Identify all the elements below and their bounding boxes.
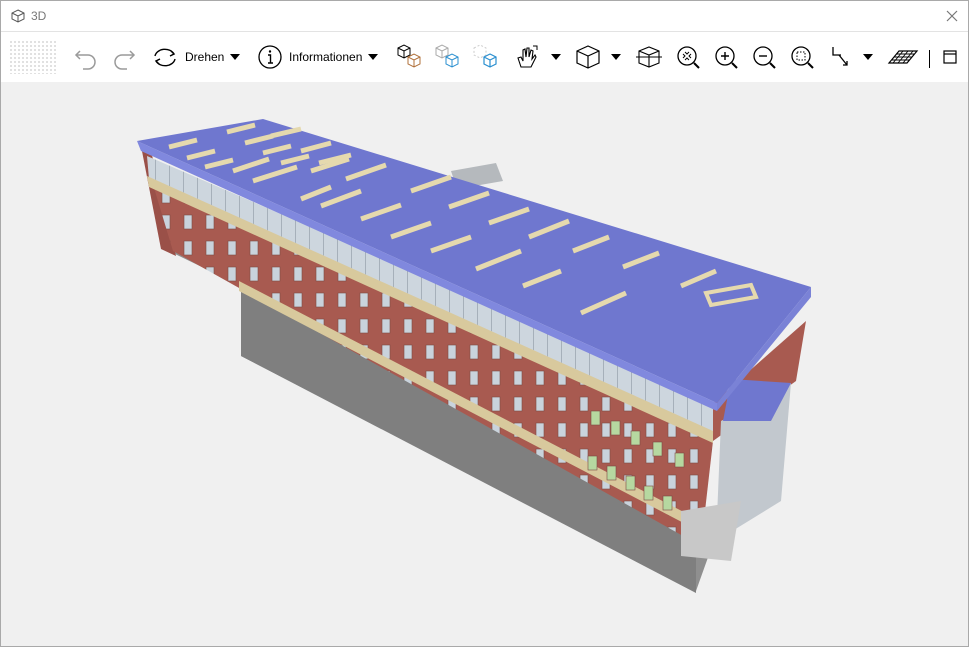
zoom-out-button[interactable] — [750, 42, 778, 72]
view-cube-icon — [576, 45, 600, 69]
toolbar: Drehen Informationen — [1, 32, 968, 82]
rotate-dropdown[interactable]: Drehen — [151, 42, 241, 72]
section-box-icon — [636, 46, 662, 68]
chevron-down-icon — [551, 54, 561, 60]
chevron-down-icon — [230, 54, 241, 60]
blue-cube-icon — [473, 44, 497, 68]
ghost-cubes-icon — [435, 44, 459, 68]
stair-tower-lower — [681, 501, 741, 561]
3d-viewport[interactable] — [1, 82, 968, 646]
zoom-window-icon — [791, 46, 814, 69]
cube-icon — [11, 9, 25, 23]
chevron-down-icon — [863, 54, 873, 60]
info-dropdown[interactable]: Informationen — [257, 42, 379, 72]
show-all-button[interactable] — [395, 42, 427, 72]
pointer-icon — [832, 47, 848, 66]
isolate-button[interactable] — [471, 42, 503, 72]
title-bar: 3D — [1, 1, 968, 32]
zoom-out-icon — [753, 46, 776, 69]
zoom-in-icon — [715, 46, 738, 69]
toolbar-separator — [929, 50, 930, 68]
window-title: 3D — [31, 9, 47, 23]
grid-plane-button[interactable] — [887, 42, 919, 72]
building-model[interactable] — [1, 82, 968, 646]
zoom-fit-icon — [677, 46, 700, 69]
redo-button[interactable] — [109, 42, 139, 72]
zoom-in-button[interactable] — [712, 42, 740, 72]
ghost-button[interactable] — [433, 42, 465, 72]
grid-plane-icon — [887, 50, 919, 64]
redo-icon — [114, 50, 136, 70]
close-icon — [946, 10, 958, 22]
chevron-down-icon — [368, 54, 379, 60]
zoom-fit-button[interactable] — [674, 42, 702, 72]
close-button[interactable] — [942, 6, 962, 26]
multi-cube-icon — [397, 44, 421, 68]
hand-tool-dropdown[interactable] — [513, 42, 561, 72]
chevron-down-icon — [611, 54, 621, 60]
window-toggle-icon — [943, 50, 957, 64]
undo-button[interactable] — [71, 42, 101, 72]
undo-icon — [74, 50, 96, 70]
toolbar-grip[interactable] — [9, 40, 57, 74]
pointer-dropdown[interactable] — [827, 42, 873, 72]
info-label: Informationen — [289, 50, 363, 64]
zoom-window-button[interactable] — [788, 42, 816, 72]
3d-window: 3D Drehen Informationen — [0, 0, 969, 647]
view-cube-dropdown[interactable] — [573, 42, 621, 72]
rotate-label: Drehen — [185, 50, 225, 64]
hand-tool-icon — [517, 45, 538, 68]
rotate-icon — [154, 48, 176, 67]
window-toggle-button[interactable] — [941, 42, 959, 72]
info-icon — [258, 45, 282, 69]
section-box-button[interactable] — [634, 42, 664, 72]
